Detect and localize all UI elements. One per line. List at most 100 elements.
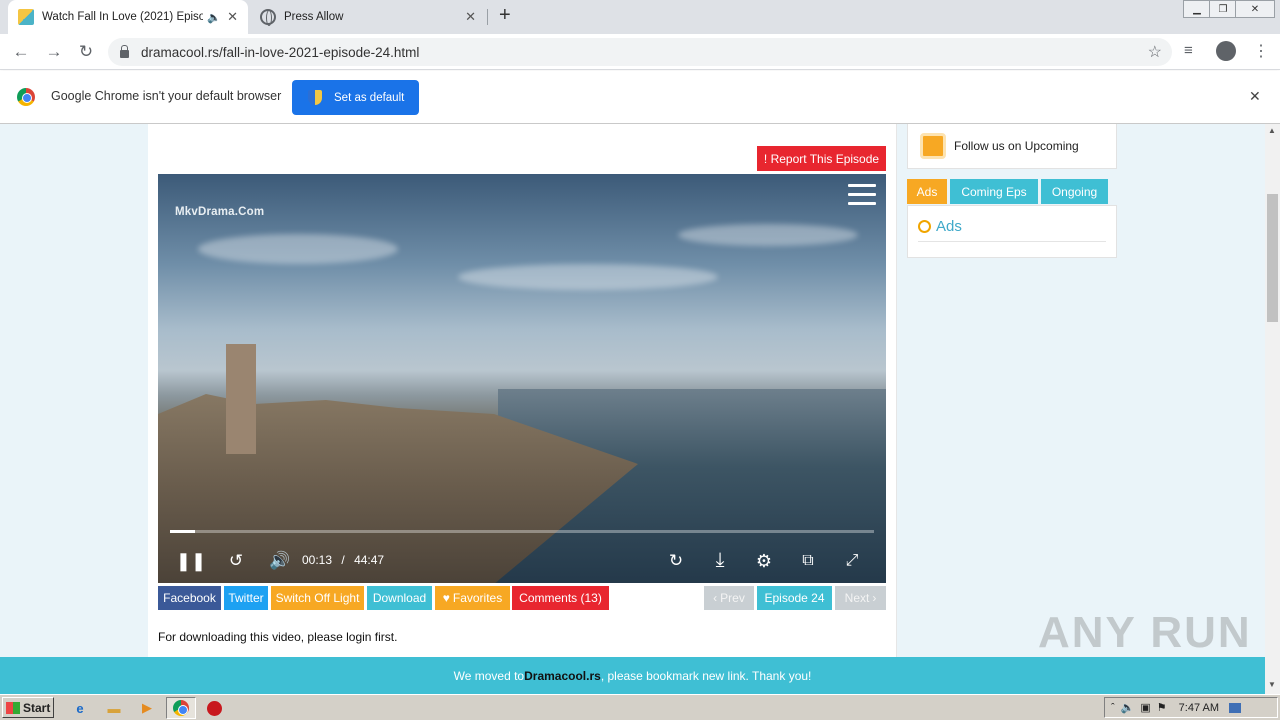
chrome-taskbar-button[interactable] xyxy=(166,697,196,719)
tab-divider xyxy=(487,9,488,25)
lock-icon xyxy=(120,45,129,58)
close-tab-icon[interactable]: ✕ xyxy=(227,9,238,25)
playlist-icon[interactable] xyxy=(848,184,876,206)
upcoming-logo-icon xyxy=(920,133,946,159)
media-player-icon[interactable]: ▶ xyxy=(137,698,157,718)
video-player[interactable]: MkvDrama.Com ❚❚ ↺ 🔊 00:13 / 44:47 ↻ ⤓ ⚙ … xyxy=(158,174,886,583)
current-time: 00:13 xyxy=(302,553,333,567)
tab-ads-label: Ads xyxy=(916,184,938,199)
comments-button[interactable]: Comments (13) xyxy=(512,586,609,610)
tab-coming-eps-label: Coming Eps xyxy=(961,184,1027,199)
dramacool-favicon-icon xyxy=(18,9,34,25)
tab-active[interactable]: Watch Fall In Love (2021) Episo 🔈 ✕ xyxy=(8,0,248,34)
infobar-close-icon[interactable]: ✕ xyxy=(1249,88,1261,105)
forward-button[interactable]: → xyxy=(43,42,65,62)
follow-upcoming-box[interactable]: Follow us on Upcoming xyxy=(907,124,1117,169)
bookmark-star-icon[interactable]: ☆ xyxy=(1148,42,1162,62)
stop-icon[interactable] xyxy=(204,698,224,718)
current-episode-button[interactable]: Episode 24 xyxy=(757,586,832,610)
volume-icon[interactable]: 🔊 xyxy=(268,550,292,572)
download-icon[interactable]: ⤓ xyxy=(708,548,732,572)
switch-off-light-button[interactable]: Switch Off Light xyxy=(271,586,364,610)
close-window-button[interactable]: ✕ xyxy=(1235,0,1275,18)
pause-icon[interactable]: ❚❚ xyxy=(176,550,206,572)
tray-expand-icon[interactable]: ˆ xyxy=(1111,702,1115,714)
restore-button[interactable]: ❐ xyxy=(1209,0,1237,18)
twitter-label: Twitter xyxy=(228,591,264,605)
windows-logo-icon xyxy=(6,701,20,714)
progress-fill xyxy=(170,530,195,533)
volume-tray-icon[interactable]: 🔈 xyxy=(1121,701,1135,714)
chrome-logo-icon xyxy=(173,700,189,716)
ads-panel: Ads xyxy=(907,205,1117,258)
settings-gear-icon[interactable]: ⚙ xyxy=(752,550,776,572)
menu-kebab-icon[interactable]: ⋮ xyxy=(1253,41,1269,61)
scrollbar-thumb[interactable] xyxy=(1267,194,1278,322)
twitter-button[interactable]: Twitter xyxy=(224,586,268,610)
folder-icon[interactable]: ▬ xyxy=(104,698,124,718)
download-label: Download xyxy=(372,591,427,605)
profile-icon[interactable] xyxy=(1216,41,1236,61)
close-tab-icon[interactable]: ✕ xyxy=(465,9,476,25)
tab-coming-eps[interactable]: Coming Eps xyxy=(950,179,1038,204)
banner-site-link[interactable]: Dramacool.rs xyxy=(524,669,601,683)
media-control-icon[interactable]: ≡ xyxy=(1184,42,1193,59)
url-text: dramacool.rs/fall-in-love-2021-episode-2… xyxy=(141,44,420,60)
follow-label: Follow us on Upcoming xyxy=(954,139,1079,153)
back-button[interactable]: ← xyxy=(10,42,32,62)
ads-title: Ads xyxy=(918,218,962,235)
download-button[interactable]: Download xyxy=(367,586,432,610)
internet-explorer-icon[interactable]: e xyxy=(70,698,90,718)
clock-tower-scene xyxy=(226,344,256,454)
report-episode-button[interactable]: ! Report This Episode xyxy=(757,146,886,171)
prev-label: Prev xyxy=(720,591,745,605)
facebook-label: Facebook xyxy=(163,591,216,605)
set-as-default-button[interactable]: Set as default xyxy=(292,80,419,115)
network-tray-icon[interactable]: ▣ xyxy=(1140,701,1150,714)
shield-icon xyxy=(308,90,322,105)
start-button[interactable]: Start xyxy=(2,697,54,718)
show-desktop-icon[interactable] xyxy=(1229,702,1242,713)
minimize-button[interactable]: ▁ xyxy=(1183,0,1211,18)
chevron-left-icon: ‹ xyxy=(713,591,718,605)
prev-episode-button[interactable]: ‹ Prev xyxy=(704,586,754,610)
flag-tray-icon[interactable]: ⚑ xyxy=(1157,701,1167,714)
picture-in-picture-icon[interactable]: ⧉ xyxy=(796,550,820,572)
tab-inactive[interactable]: Press Allow ✕ xyxy=(250,0,486,34)
new-tab-button[interactable]: + xyxy=(499,4,511,27)
tab-ongoing-label: Ongoing xyxy=(1051,184,1098,199)
page-scrollbar[interactable]: ▲ ▼ xyxy=(1265,124,1280,694)
duration: 44:47 xyxy=(354,553,385,567)
start-label: Start xyxy=(23,700,51,715)
rewind-10-icon[interactable]: ↺ xyxy=(224,550,248,572)
scroll-up-icon[interactable]: ▲ xyxy=(1268,126,1276,135)
fullscreen-icon[interactable]: ⤢ xyxy=(840,550,864,572)
speaker-icon[interactable]: 🔈 xyxy=(207,11,221,24)
facebook-button[interactable]: Facebook xyxy=(158,586,221,610)
time-display: 00:13 / 44:47 xyxy=(302,553,384,567)
system-tray: ˆ 🔈 ▣ ⚑ 7:47 AM xyxy=(1104,697,1278,718)
forward-10-icon[interactable]: ↻ xyxy=(664,550,688,572)
tab-title: Press Allow xyxy=(284,11,344,23)
favorites-button[interactable]: ♥ Favorites xyxy=(435,586,510,610)
chrome-logo-icon xyxy=(17,88,35,106)
progress-bar[interactable] xyxy=(170,530,874,533)
globe-icon xyxy=(260,9,276,26)
address-bar[interactable]: dramacool.rs/fall-in-love-2021-episode-2… xyxy=(108,38,1172,66)
infobar-message: Google Chrome isn't your default browser xyxy=(51,89,282,103)
time-separator: / xyxy=(341,553,345,567)
windows-taskbar: Start e ▬ ▶ ˆ 🔈 ▣ ⚑ 7:47 AM xyxy=(0,694,1280,720)
reload-button[interactable]: ↻ xyxy=(75,42,97,62)
tab-ongoing[interactable]: Ongoing xyxy=(1041,179,1108,204)
current-episode-label: Episode 24 xyxy=(764,591,825,605)
favorites-label: Favorites xyxy=(452,591,503,605)
next-label: Next xyxy=(844,591,870,605)
comments-label: Comments (13) xyxy=(519,591,602,605)
login-note: For downloading this video, please login… xyxy=(158,630,398,644)
heart-icon: ♥ xyxy=(442,591,450,605)
set-as-default-label: Set as default xyxy=(334,91,405,104)
switch-off-light-label: Switch Off Light xyxy=(275,591,360,605)
next-episode-button[interactable]: Next › xyxy=(835,586,886,610)
tab-ads[interactable]: Ads xyxy=(907,179,947,204)
scroll-down-icon[interactable]: ▼ xyxy=(1268,680,1276,689)
